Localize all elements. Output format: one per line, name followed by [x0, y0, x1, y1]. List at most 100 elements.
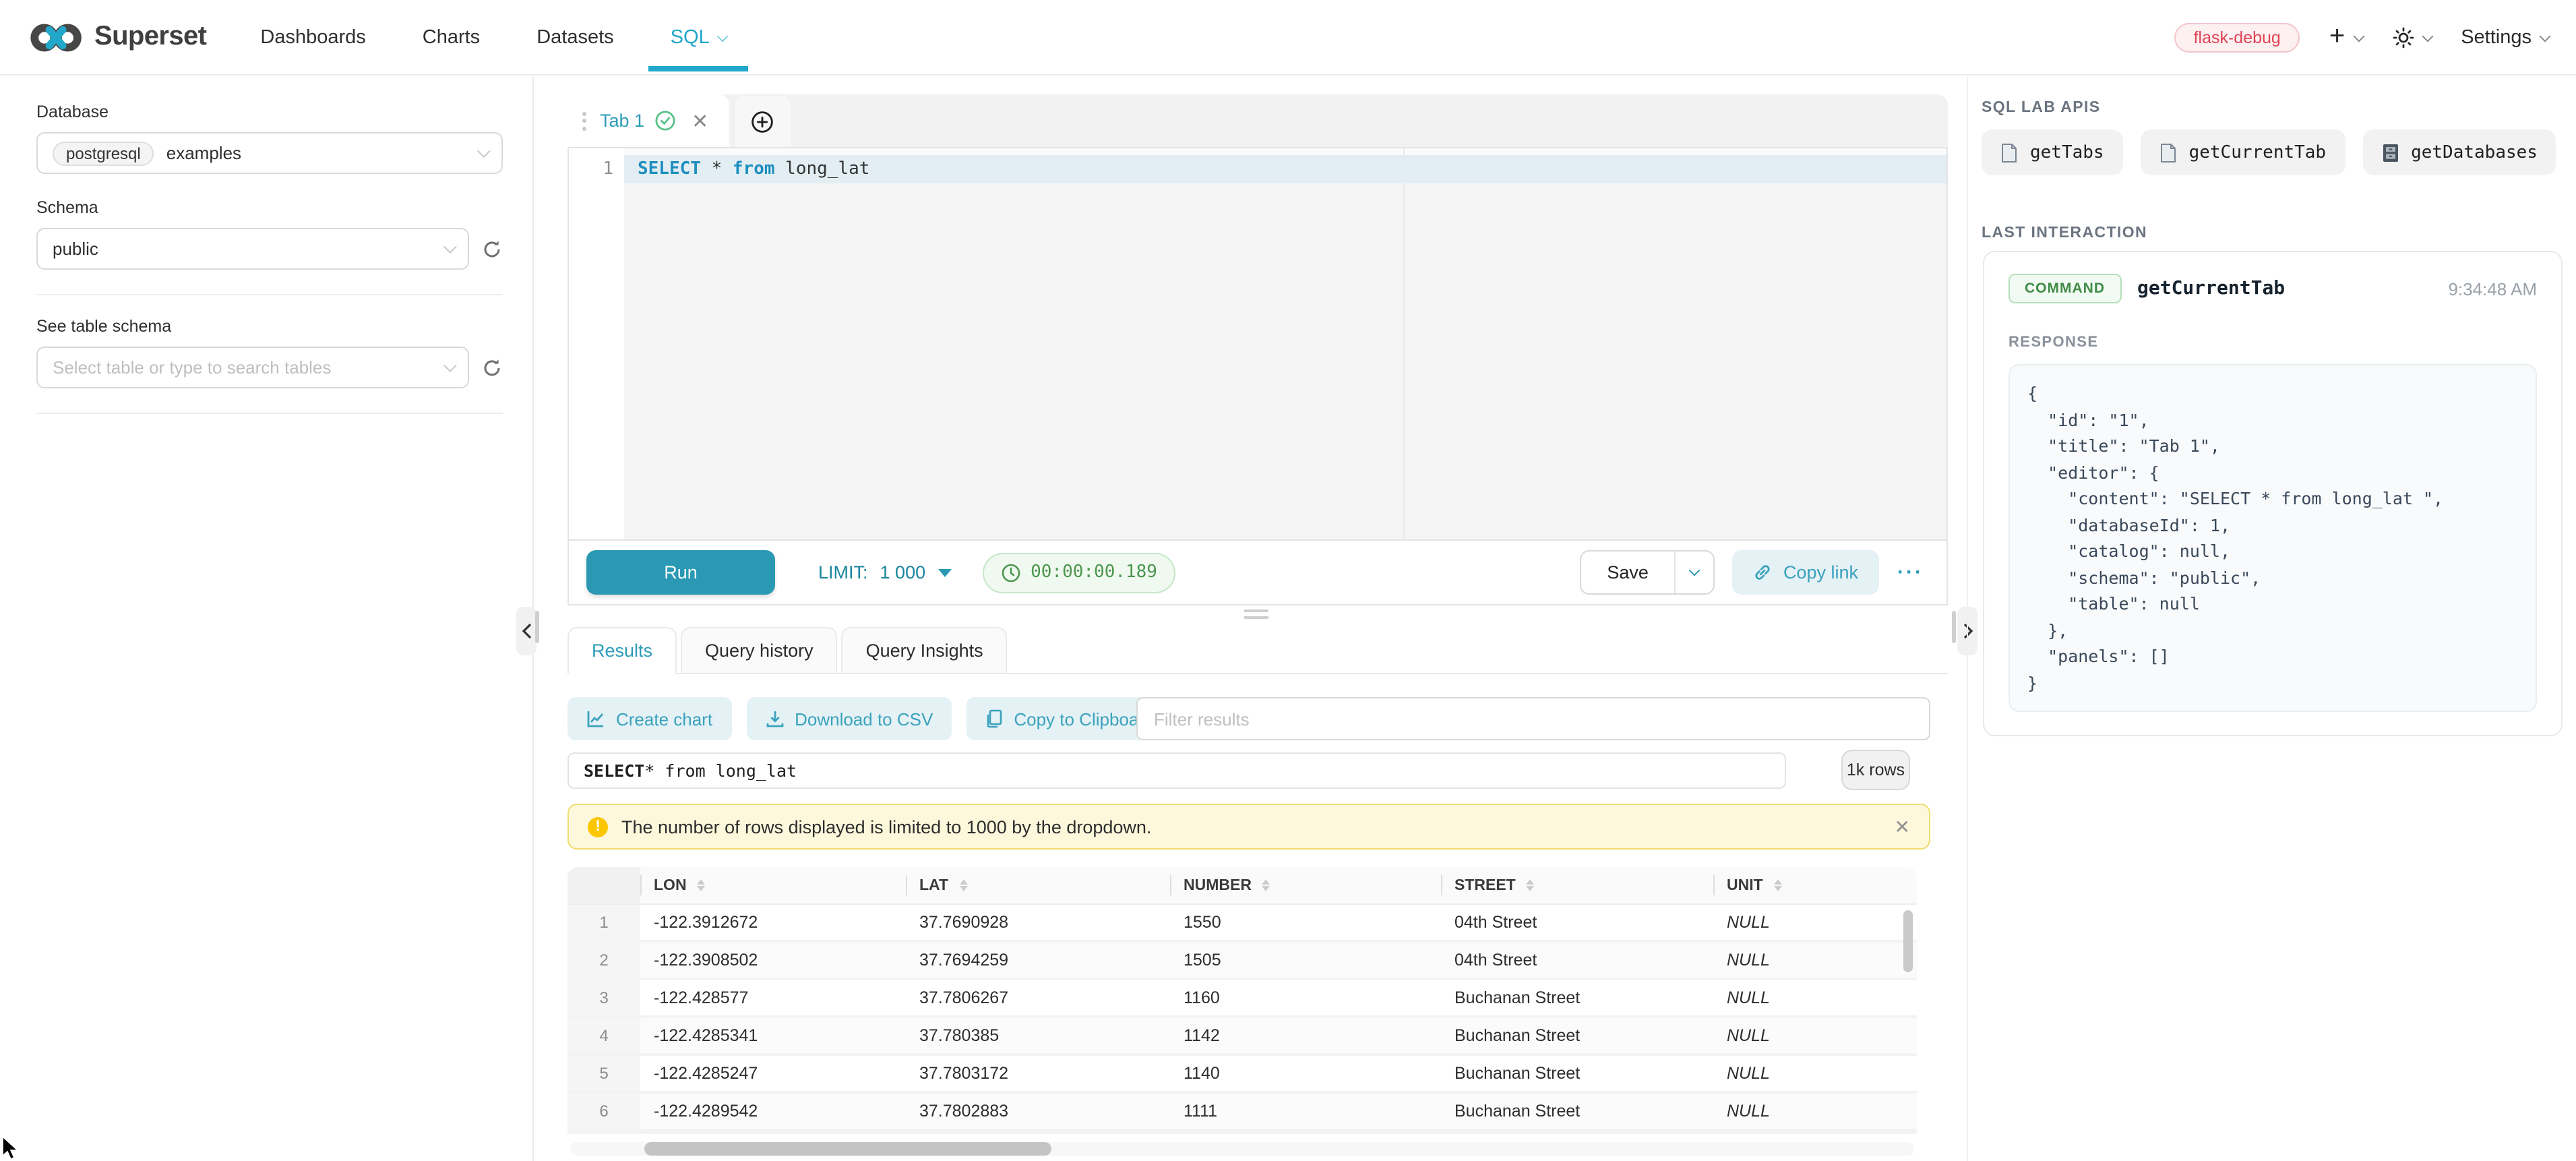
table-row-partial [568, 1131, 1917, 1139]
schema-value: public [53, 239, 98, 259]
mouse-cursor [1, 1137, 19, 1160]
tab-query-insights[interactable]: Query Insights [842, 627, 1008, 674]
command-name: getCurrentTab [2137, 278, 2285, 299]
schema-select[interactable]: public [36, 228, 469, 270]
nav-dashboards[interactable]: Dashboards [260, 26, 365, 48]
close-tab-icon[interactable]: ✕ [692, 109, 708, 133]
run-button[interactable]: Run [586, 550, 775, 595]
query-tab[interactable]: Tab 1 ✕ [568, 94, 729, 147]
clock-icon [1001, 563, 1020, 582]
navbar-right: flask-debug + Settings [2175, 22, 2549, 53]
chevron-down-icon [2353, 30, 2364, 42]
get-current-tab-label: getCurrentTab [2189, 142, 2327, 162]
row-limit-warning: ! The number of rows displayed is limite… [568, 804, 1930, 850]
refresh-schemas-button[interactable] [481, 238, 503, 260]
collapse-sidebar-button[interactable] [516, 607, 536, 655]
database-label: Database [36, 102, 503, 121]
warning-text: The number of rows displayed is limited … [621, 816, 1151, 837]
refresh-icon [481, 238, 503, 260]
results-toolbar: Create chart Download to CSV Copy to Cli… [568, 697, 1173, 740]
table-row[interactable]: 4 -122.4285341 37.780385 1142 Buchanan S… [568, 1018, 1917, 1056]
refresh-icon [481, 357, 503, 378]
editor-results-splitter[interactable] [1244, 609, 1268, 623]
sql-editor[interactable]: 1 SELECT * from long_lat [569, 148, 1946, 539]
copy-link-button[interactable]: Copy link [1732, 550, 1878, 595]
query-keyword: SELECT [584, 761, 644, 781]
table-horizontal-scrollbar[interactable] [570, 1142, 1914, 1156]
copy-link-label: Copy link [1783, 562, 1858, 583]
nav-charts[interactable]: Charts [423, 26, 480, 48]
table-row[interactable]: 2 -122.3908502 37.7694259 1505 04th Stre… [568, 943, 1917, 980]
scrollbar-thumb[interactable] [644, 1142, 1051, 1156]
interaction-header: COMMAND getCurrentTab 9:34:48 AM [2008, 274, 2537, 303]
column-header-unit[interactable]: UNIT [1713, 867, 1917, 903]
download-csv-button[interactable]: Download to CSV [746, 697, 952, 740]
limit-label: LIMIT: [818, 562, 868, 583]
column-header-number[interactable]: NUMBER [1170, 867, 1441, 903]
editor-tab-strip: Tab 1 ✕ [568, 94, 1948, 147]
chevron-down-icon [717, 30, 729, 42]
sql-editor-card: 1 SELECT * from long_lat Run LIMIT: 1 00… [568, 147, 1948, 605]
close-warning-icon[interactable]: ✕ [1895, 815, 1910, 838]
limit-dropdown[interactable]: LIMIT: 1 000 [818, 562, 951, 583]
copy-clipboard-label: Copy to Clipboard [1014, 709, 1154, 729]
get-databases-label: getDatabases [2411, 142, 2538, 162]
nav-sql-label: SQL [671, 26, 710, 48]
chevron-left-icon [521, 623, 532, 639]
table-header-row: LON LAT NUMBER STREET UNIT [568, 867, 1917, 905]
column-header-lat[interactable]: LAT [906, 867, 1170, 903]
new-tab-button[interactable] [733, 94, 792, 147]
get-tabs-button[interactable]: getTabs [1982, 129, 2123, 175]
get-databases-button[interactable]: getDatabases [2362, 129, 2556, 175]
sort-icon [1527, 879, 1535, 892]
nav-datasets[interactable]: Datasets [536, 26, 613, 48]
sql-star: * [701, 159, 733, 179]
download-icon [765, 709, 784, 728]
new-item-menu[interactable]: + [2329, 22, 2362, 53]
create-chart-button[interactable]: Create chart [568, 697, 731, 740]
column-header-street[interactable]: STREET [1441, 867, 1713, 903]
sql-lab-apis-heading: SQL LAB APIS [1982, 100, 2101, 116]
sort-icon [1774, 879, 1782, 892]
caret-down-icon [938, 568, 951, 576]
refresh-tables-button[interactable] [481, 357, 503, 378]
settings-menu[interactable]: Settings [2461, 26, 2549, 48]
tab-query-history[interactable]: Query history [681, 627, 838, 674]
chevron-down-icon [477, 144, 491, 158]
table-row[interactable]: 6 -122.4289542 37.7802883 1111 Buchanan … [568, 1094, 1917, 1131]
database-select[interactable]: postgresql examples [36, 132, 503, 174]
executed-query-preview[interactable]: SELECT * from long_lat [568, 752, 1786, 789]
settings-label: Settings [2461, 26, 2532, 48]
drag-handle-icon[interactable] [582, 111, 586, 130]
theme-menu[interactable] [2392, 26, 2431, 48]
command-badge: COMMAND [2008, 274, 2121, 303]
plus-icon: + [2329, 22, 2345, 53]
editor-toolbar: Run LIMIT: 1 000 00:00:00.189 Save [569, 539, 1946, 604]
warning-icon: ! [588, 816, 608, 837]
save-dropdown-button[interactable] [1674, 552, 1713, 593]
table-schema-label: See table schema [36, 317, 503, 336]
chevron-down-icon [443, 240, 457, 254]
save-button[interactable]: Save [1581, 552, 1674, 593]
superset-logo[interactable]: Superset [30, 21, 206, 53]
get-current-tab-button[interactable]: getCurrentTab [2141, 129, 2345, 175]
filter-results-input[interactable] [1136, 697, 1930, 740]
more-actions-button[interactable]: ··· [1897, 561, 1924, 584]
sort-icon [698, 879, 706, 892]
nav-sql[interactable]: SQL [671, 26, 727, 48]
table-row[interactable]: 3 -122.428577 37.7806267 1160 Buchanan S… [568, 980, 1917, 1018]
superset-sql-lab: Superset Dashboards Charts Datasets SQL … [0, 0, 2576, 1161]
chart-icon [586, 709, 605, 728]
chevron-down-icon [443, 359, 457, 372]
tab-results[interactable]: Results [568, 627, 677, 674]
table-vertical-scrollbar[interactable] [1903, 910, 1913, 972]
sidebar-divider [36, 413, 503, 414]
table-row[interactable]: 1 -122.3912672 37.7690928 1550 04th Stre… [568, 905, 1917, 943]
sort-icon [959, 879, 967, 892]
sidebar-splitter[interactable] [535, 611, 539, 643]
table-select-placeholder: Select table or type to search tables [53, 357, 331, 378]
panel-splitter[interactable] [1952, 611, 1956, 643]
table-row[interactable]: 5 -122.4285247 37.7803172 1140 Buchanan … [568, 1056, 1917, 1094]
column-header-lon[interactable]: LON [640, 867, 906, 903]
table-select[interactable]: Select table or type to search tables [36, 347, 469, 388]
